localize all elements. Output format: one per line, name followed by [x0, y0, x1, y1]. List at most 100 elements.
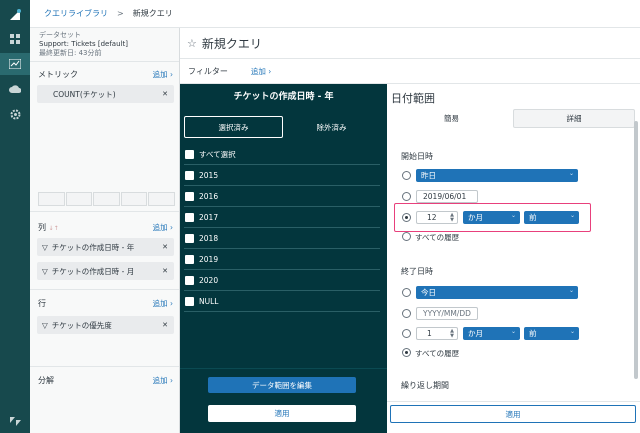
breadcrumb-separator: > [117, 9, 124, 18]
filter-panel-title: チケットの作成日時 - 年 [233, 92, 334, 102]
end-relative-radio[interactable] [402, 329, 411, 338]
start-relative-number[interactable]: 12 ▲ ▼ [416, 211, 458, 224]
divider [30, 289, 179, 290]
chart-type-button[interactable] [120, 192, 148, 206]
filter-add-button[interactable]: 追加 › [251, 66, 271, 77]
start-all-history-radio[interactable] [402, 232, 411, 241]
end-all-history-radio[interactable] [402, 348, 411, 357]
checkbox-label: 2016 [199, 191, 219, 201]
star-icon[interactable]: ☆ [187, 37, 197, 50]
tab-excluded[interactable]: 除外済み [283, 116, 380, 138]
remove-icon[interactable]: ✕ [162, 321, 168, 329]
start-unit-select[interactable]: か月 ⌄ [463, 211, 520, 224]
stepper-icon[interactable]: ▲ ▼ [450, 213, 454, 223]
breadcrumb-library-link[interactable]: クエリライブラリ [44, 8, 108, 19]
end-label: 終了日時 [401, 267, 433, 276]
metrics-title: メトリック [38, 70, 78, 79]
list-item[interactable]: 2017 [184, 207, 380, 228]
breadcrumb-current: 新規クエリ [132, 9, 173, 18]
cloud-upload-icon[interactable] [0, 78, 30, 100]
divider [180, 368, 387, 369]
checkbox-label: 2017 [199, 212, 219, 222]
tab-selected[interactable]: 選択済み [184, 116, 283, 138]
end-date-radio[interactable] [402, 309, 411, 318]
stepper-icon[interactable]: ▲ ▼ [450, 329, 454, 339]
divider [30, 211, 179, 212]
dataset-info: データセット Support: Tickets [default] 最終更新日:… [39, 31, 128, 58]
start-date-radio[interactable] [402, 192, 411, 201]
breadcrumb: クエリライブラリ > 新規クエリ [30, 0, 640, 28]
chevron-icon: ⌄ [568, 170, 574, 177]
filter-tabs: 選択済み 除外済み [184, 116, 380, 138]
list-item[interactable]: 2020 [184, 270, 380, 291]
metric-pill[interactable]: COUNT(チケット) ✕ [37, 85, 174, 103]
metrics-add-button[interactable]: 追加 › [153, 69, 173, 80]
checkbox-icon[interactable] [185, 296, 194, 306]
select-all-checkbox[interactable]: すべて選択 [184, 144, 380, 165]
columns-add-button[interactable]: 追加 › [153, 222, 173, 233]
checkbox-label: 2015 [199, 170, 219, 180]
checkbox-icon[interactable] [185, 149, 194, 159]
start-yesterday-radio[interactable] [402, 171, 411, 180]
dataset-name[interactable]: Support: Tickets [default] [39, 40, 128, 49]
column-pill[interactable]: ▽ チケットの作成日時 - 年 ✕ [37, 238, 174, 256]
chart-type-button[interactable] [148, 192, 175, 206]
gear-icon[interactable] [0, 103, 30, 125]
end-date-input[interactable]: YYYY/MM/DD [416, 307, 478, 320]
column-pill-label: チケットの作成日時 - 年 [51, 242, 135, 252]
app-rail [0, 0, 30, 433]
end-relative-number[interactable]: 1 ▲ ▼ [416, 327, 458, 340]
list-item[interactable]: 2016 [184, 186, 380, 207]
explode-add-button[interactable]: 追加 › [153, 375, 173, 386]
edit-range-button[interactable]: データ範囲を編集 [208, 377, 356, 393]
tab-detail[interactable]: 詳細 [513, 109, 635, 128]
start-label: 開始日時 [401, 152, 433, 161]
divider [30, 366, 179, 367]
explode-title: 分解 [38, 376, 54, 385]
end-unit-select[interactable]: か月 ⌄ [463, 327, 520, 340]
tab-simple[interactable]: 簡易 [391, 109, 512, 128]
scrollbar[interactable] [634, 121, 638, 379]
row-pill[interactable]: ▽ チケットの優先度 ✕ [37, 316, 174, 334]
checkbox-icon[interactable] [185, 170, 194, 180]
logo-icon[interactable] [0, 4, 30, 26]
start-preset-select[interactable]: 昨日 ⌄ [416, 169, 578, 182]
apply-button[interactable]: 適用 [208, 405, 356, 422]
remove-icon[interactable]: ✕ [162, 243, 168, 251]
checkbox-icon[interactable] [185, 275, 194, 285]
remove-icon[interactable]: ✕ [162, 267, 168, 275]
list-item[interactable]: NULL [184, 291, 380, 312]
date-range-title: 日付範囲 [391, 92, 435, 105]
rows-add-button[interactable]: 追加 › [153, 298, 173, 309]
column-pill[interactable]: ▽ チケットの作成日時 - 月 ✕ [37, 262, 174, 280]
checkbox-icon[interactable] [185, 191, 194, 201]
list-item[interactable]: 2019 [184, 249, 380, 270]
end-preset-select[interactable]: 今日 ⌄ [416, 286, 578, 299]
end-direction-select[interactable]: 前 ⌄ [524, 327, 579, 340]
page-title[interactable]: 新規クエリ [202, 35, 262, 52]
dashboard-icon[interactable] [0, 28, 30, 50]
chevron-icon: ⌄ [510, 212, 516, 219]
query-icon[interactable] [0, 53, 30, 75]
column-pill-label: チケットの作成日時 - 月 [51, 266, 135, 276]
chart-type-button[interactable] [65, 192, 93, 206]
divider [30, 61, 179, 62]
select-value: 昨日 [421, 171, 436, 180]
list-item[interactable]: 2018 [184, 228, 380, 249]
visualization-type-row [38, 192, 176, 206]
start-date-input[interactable]: 2019/06/01 [416, 190, 478, 203]
list-item[interactable]: 2015 [184, 165, 380, 186]
chart-type-button[interactable] [38, 192, 65, 206]
end-today-radio[interactable] [402, 288, 411, 297]
sort-icon[interactable]: ↓↑ [49, 225, 59, 232]
apply-button[interactable]: 適用 [390, 405, 636, 423]
filter-bar: フィルター 追加 › [180, 58, 640, 84]
checkbox-icon[interactable] [185, 233, 194, 243]
start-relative-radio[interactable] [402, 213, 411, 222]
start-direction-select[interactable]: 前 ⌄ [524, 211, 579, 224]
remove-icon[interactable]: ✕ [162, 90, 168, 98]
chart-type-button[interactable] [93, 192, 120, 206]
checkbox-icon[interactable] [185, 254, 194, 264]
divider [387, 401, 640, 402]
checkbox-icon[interactable] [185, 212, 194, 222]
